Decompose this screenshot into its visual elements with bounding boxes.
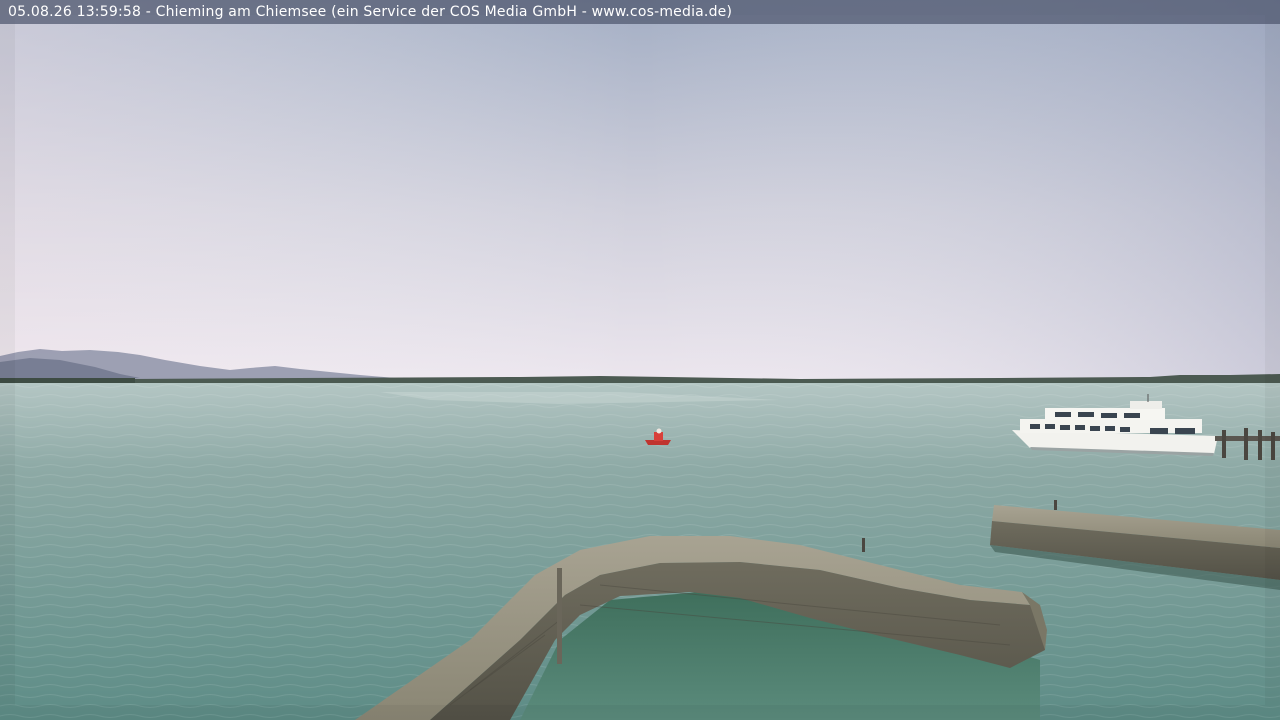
webcam-image: 05.08.26 13:59:58 - Chieming am Chiemsee… xyxy=(0,0,1280,720)
lake-scene xyxy=(0,0,1280,720)
timestamp-caption: 05.08.26 13:59:58 - Chieming am Chiemsee… xyxy=(8,4,733,20)
timestamp-caption-bar: 05.08.26 13:59:58 - Chieming am Chiemsee… xyxy=(0,0,1280,24)
